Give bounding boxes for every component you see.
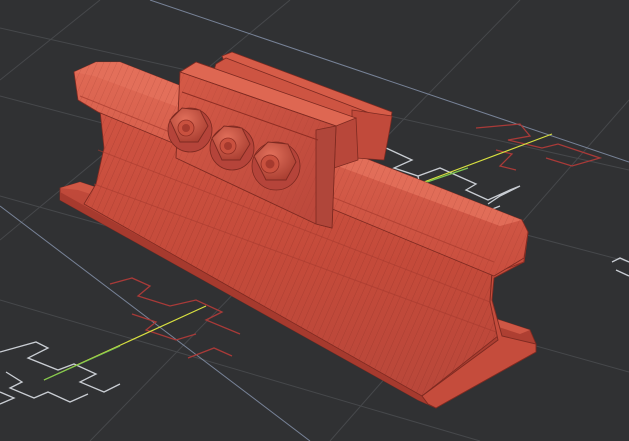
bolt-1 <box>167 107 213 153</box>
bolt-2 <box>209 125 255 171</box>
rail-model[interactable] <box>59 51 537 409</box>
3d-viewport[interactable] <box>0 0 629 441</box>
viewport-canvas[interactable] <box>0 0 629 441</box>
bolt-3 <box>251 141 301 191</box>
